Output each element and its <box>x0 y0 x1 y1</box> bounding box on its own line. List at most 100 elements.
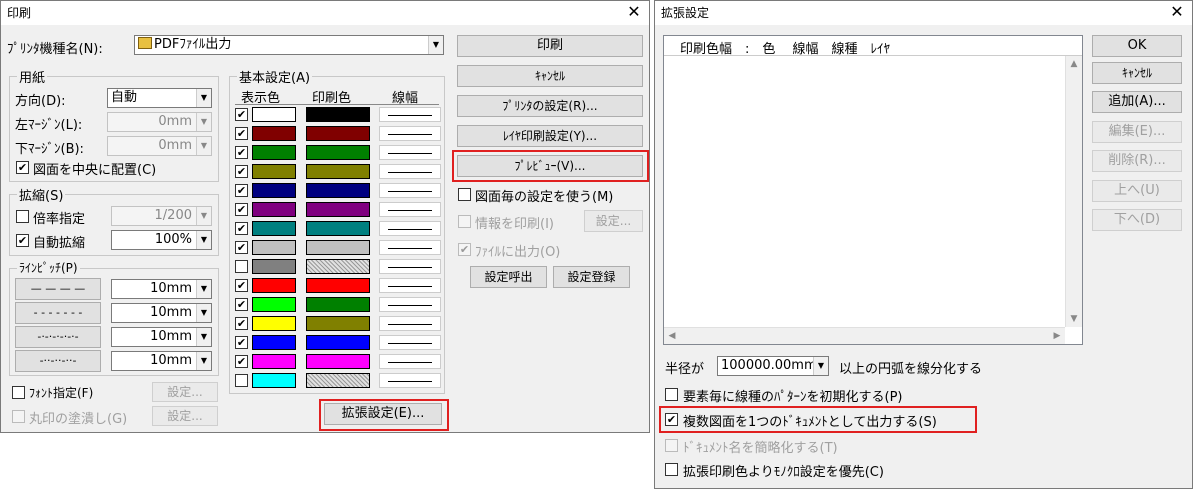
scroll-up-icon[interactable]: ▲ <box>1066 56 1082 72</box>
bottom-margin-select[interactable]: 0mm ▼ <box>107 136 212 156</box>
edit-button[interactable]: 編集(E)... <box>1092 121 1182 143</box>
per-drawing-checkbox[interactable] <box>458 188 471 201</box>
line-pitch-select[interactable]: 10mm ▼ <box>111 303 212 323</box>
color-row-checkbox[interactable] <box>235 374 248 387</box>
printer-settings-button[interactable]: ﾌﾟﾘﾝﾀの設定(R)... <box>457 95 643 117</box>
scroll-down-icon[interactable]: ▼ <box>1066 311 1082 327</box>
color-row-checkbox[interactable]: ✔ <box>235 184 248 197</box>
print-color-swatch[interactable] <box>306 278 370 293</box>
print-button[interactable]: 印刷 <box>457 35 643 57</box>
vertical-scrollbar[interactable]: ▲ ▼ <box>1065 56 1082 327</box>
print-color-swatch[interactable] <box>306 145 370 160</box>
color-row-checkbox[interactable]: ✔ <box>235 165 248 178</box>
line-width-selector[interactable] <box>379 145 441 160</box>
line-pitch-select[interactable]: 10mm ▼ <box>111 327 212 347</box>
line-width-selector[interactable] <box>379 202 441 217</box>
print-color-swatch[interactable] <box>306 183 370 198</box>
print-color-swatch[interactable] <box>306 297 370 312</box>
color-row-checkbox[interactable]: ✔ <box>235 127 248 140</box>
line-width-selector[interactable] <box>379 183 441 198</box>
print-color-swatch[interactable] <box>306 221 370 236</box>
color-row-checkbox[interactable] <box>235 260 248 273</box>
line-pitch-select[interactable]: 10mm ▼ <box>111 351 212 371</box>
printer-select[interactable]: PDFﾌｧｲﾙ出力 ▼ <box>134 35 444 55</box>
simplify-name-checkbox[interactable] <box>665 439 678 452</box>
print-color-swatch[interactable] <box>306 316 370 331</box>
circle-settings-button[interactable]: 設定... <box>152 406 218 426</box>
printer-icon <box>138 37 152 49</box>
ratio-select[interactable]: 1/200 ▼ <box>111 206 212 226</box>
display-color-swatch <box>252 183 296 198</box>
print-color-swatch[interactable] <box>306 126 370 141</box>
close-icon[interactable]: ✕ <box>1162 1 1192 25</box>
radius-select[interactable]: 100000.00mm ▼ <box>717 356 829 376</box>
delete-button[interactable]: 削除(R)... <box>1092 150 1182 172</box>
line-width-selector[interactable] <box>379 259 441 274</box>
line-width-selector[interactable] <box>379 240 441 255</box>
print-color-swatch[interactable] <box>306 373 370 388</box>
load-settings-button[interactable]: 設定呼出 <box>470 266 547 288</box>
line-width-selector[interactable] <box>379 221 441 236</box>
line-width-selector[interactable] <box>379 107 441 122</box>
center-checkbox[interactable]: ✔ <box>16 161 29 174</box>
save-settings-button[interactable]: 設定登録 <box>553 266 630 288</box>
layer-print-button[interactable]: ﾚｲﾔ印刷設定(Y)... <box>457 125 643 147</box>
print-info-settings-button[interactable]: 設定... <box>584 210 643 232</box>
color-row-checkbox[interactable]: ✔ <box>235 203 248 216</box>
print-color-swatch[interactable] <box>306 202 370 217</box>
extended-color-list[interactable]: 印刷色幅 : 色 線幅 線種 ﾚｲﾔ ▲ ▼ ◀ ▶ <box>663 35 1083 345</box>
ratio-checkbox[interactable] <box>16 210 29 223</box>
font-settings-button[interactable]: 設定... <box>152 382 218 402</box>
color-row-checkbox[interactable]: ✔ <box>235 317 248 330</box>
line-pitch-select[interactable]: 10mm ▼ <box>111 279 212 299</box>
print-color-swatch[interactable] <box>306 259 370 274</box>
print-color-swatch[interactable] <box>306 107 370 122</box>
color-row: ✔ <box>233 221 453 238</box>
add-button[interactable]: 追加(A)... <box>1092 91 1182 113</box>
ok-button[interactable]: OK <box>1092 35 1182 57</box>
line-pitch-style-button[interactable]: -··-··-··- <box>15 350 101 372</box>
line-pitch-style-button[interactable]: - - - - - - - <box>15 302 101 324</box>
horizontal-scrollbar[interactable]: ◀ ▶ <box>664 327 1065 344</box>
cancel-button[interactable]: ｷｬﾝｾﾙ <box>457 65 643 87</box>
color-row-checkbox[interactable]: ✔ <box>235 108 248 121</box>
font-checkbox[interactable] <box>12 386 25 399</box>
move-up-button[interactable]: 上へ(U) <box>1092 180 1182 202</box>
line-width-selector[interactable] <box>379 278 441 293</box>
scroll-left-icon[interactable]: ◀ <box>664 328 680 344</box>
line-width-selector[interactable] <box>379 354 441 369</box>
ext-cancel-button[interactable]: ｷｬﾝｾﾙ <box>1092 62 1182 84</box>
close-icon[interactable]: ✕ <box>619 1 649 25</box>
move-down-button[interactable]: 下へ(D) <box>1092 209 1182 231</box>
color-row-checkbox[interactable]: ✔ <box>235 355 248 368</box>
color-row-checkbox[interactable]: ✔ <box>235 279 248 292</box>
print-color-swatch[interactable] <box>306 335 370 350</box>
color-row-checkbox[interactable]: ✔ <box>235 336 248 349</box>
print-color-swatch[interactable] <box>306 240 370 255</box>
line-width-selector[interactable] <box>379 335 441 350</box>
orientation-select[interactable]: 自動 ▼ <box>107 88 212 108</box>
left-margin-select[interactable]: 0mm ▼ <box>107 112 212 132</box>
left-margin-value: 0mm <box>158 114 192 129</box>
circle-fill-checkbox[interactable] <box>12 410 25 423</box>
line-pitch-style-button[interactable]: — — — — <box>15 278 101 300</box>
line-width-selector[interactable] <box>379 316 441 331</box>
line-width-selector[interactable] <box>379 164 441 179</box>
color-row-checkbox[interactable]: ✔ <box>235 298 248 311</box>
line-width-selector[interactable] <box>379 297 441 312</box>
print-color-swatch[interactable] <box>306 164 370 179</box>
print-info-checkbox[interactable] <box>458 215 471 228</box>
auto-scale-select[interactable]: 100% ▼ <box>111 230 212 250</box>
file-output-checkbox[interactable]: ✔ <box>458 243 471 256</box>
color-row-checkbox[interactable]: ✔ <box>235 222 248 235</box>
mono-priority-checkbox[interactable] <box>665 463 678 476</box>
scroll-right-icon[interactable]: ▶ <box>1049 328 1065 344</box>
line-width-selector[interactable] <box>379 126 441 141</box>
color-row-checkbox[interactable]: ✔ <box>235 146 248 159</box>
auto-scale-checkbox[interactable]: ✔ <box>16 234 29 247</box>
init-linetype-checkbox[interactable] <box>665 388 678 401</box>
line-width-selector[interactable] <box>379 373 441 388</box>
print-color-swatch[interactable] <box>306 354 370 369</box>
line-pitch-style-button[interactable]: -·-·-·-·-·- <box>15 326 101 348</box>
color-row-checkbox[interactable]: ✔ <box>235 241 248 254</box>
